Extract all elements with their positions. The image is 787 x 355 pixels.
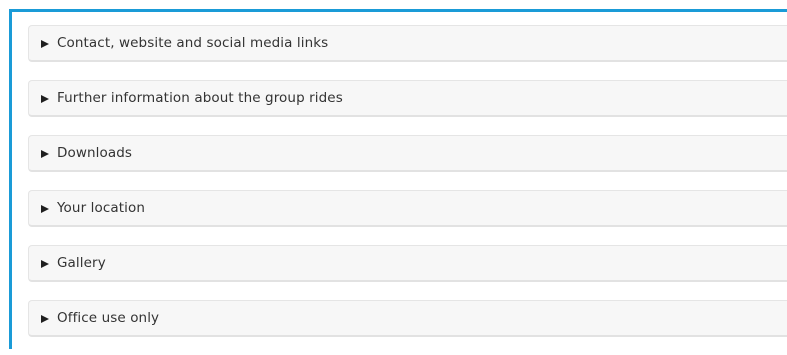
section-downloads[interactable]: Downloads	[28, 135, 787, 172]
section-label: Your location	[57, 200, 145, 216]
section-header[interactable]: Further information about the group ride…	[29, 81, 787, 115]
collapsible-sections-list: Contact, website and social media links …	[28, 25, 787, 355]
section-gallery[interactable]: Gallery	[28, 245, 787, 282]
section-label: Downloads	[57, 145, 133, 161]
section-label: Further information about the group ride…	[57, 90, 343, 106]
section-contact-links[interactable]: Contact, website and social media links	[28, 25, 787, 62]
section-header[interactable]: Gallery	[29, 246, 787, 280]
section-label: Contact, website and social media links	[57, 35, 329, 51]
section-label: Gallery	[57, 255, 106, 271]
triangle-right-icon	[41, 149, 49, 158]
triangle-right-icon	[41, 259, 49, 268]
section-group-rides-info[interactable]: Further information about the group ride…	[28, 80, 787, 117]
section-header[interactable]: Contact, website and social media links	[29, 26, 787, 60]
content-panel: Contact, website and social media links …	[9, 9, 787, 349]
section-header[interactable]: Office use only	[29, 301, 787, 335]
section-header[interactable]: Your location	[29, 191, 787, 225]
triangle-right-icon	[41, 39, 49, 48]
section-label: Office use only	[57, 310, 160, 326]
triangle-right-icon	[41, 314, 49, 323]
section-your-location[interactable]: Your location	[28, 190, 787, 227]
triangle-right-icon	[41, 94, 49, 103]
section-office-use-only[interactable]: Office use only	[28, 300, 787, 337]
section-header[interactable]: Downloads	[29, 136, 787, 170]
triangle-right-icon	[41, 204, 49, 213]
